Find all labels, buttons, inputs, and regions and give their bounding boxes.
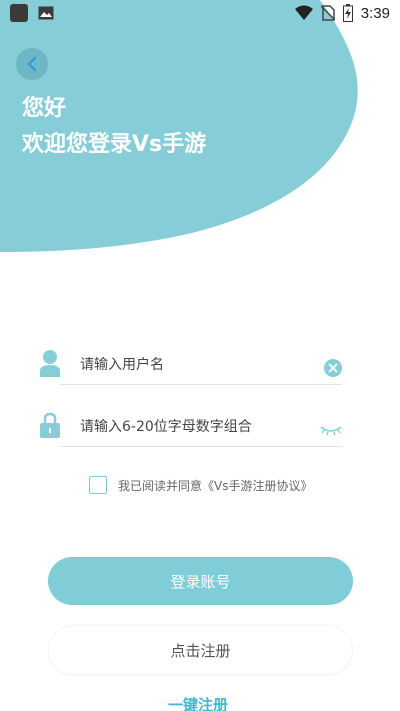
password-input[interactable] [80,419,300,435]
username-field[interactable] [40,349,342,385]
greeting-block: 您好 欢迎您登录Vs手游 [22,94,206,160]
clock: 3:39 [360,4,390,22]
image-icon [38,6,54,20]
wifi-icon [294,5,313,20]
one-click-register-link[interactable]: 一键注册 [168,694,228,711]
greeting-title: 您好 [22,96,67,121]
login-button[interactable]: 登录账号 [48,557,353,605]
user-icon [40,350,60,377]
password-underline [60,446,342,447]
clear-icon[interactable] [324,359,342,377]
battery-charging-icon [342,4,353,22]
agreement-checkbox[interactable] [89,476,107,494]
status-bar: 3:39 [0,0,400,28]
agreement-text[interactable]: 我已阅读并同意《Vs手游注册协议》 [118,477,312,494]
no-sim-icon [320,5,335,21]
back-button[interactable] [16,48,48,80]
register-button[interactable]: 点击注册 [48,625,353,675]
username-underline [60,384,342,385]
lock-icon [40,412,60,438]
agreement-row: 我已阅读并同意《Vs手游注册协议》 [89,476,312,494]
eye-closed-icon[interactable] [320,425,342,437]
welcome-title: 欢迎您登录Vs手游 [22,132,207,157]
username-input[interactable] [80,357,300,373]
app-square-icon [10,4,28,22]
chevron-left-icon [27,56,37,72]
password-field[interactable] [40,411,342,447]
